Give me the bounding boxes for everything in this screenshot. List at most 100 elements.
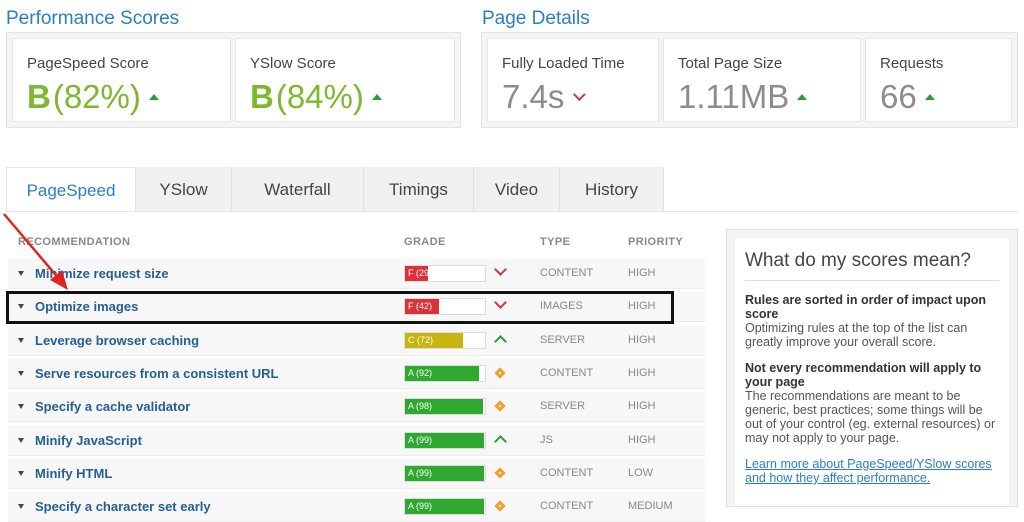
grade-bar: A (99) [404, 432, 486, 449]
grade-bar-fill: A (92) [405, 366, 479, 381]
recommendation-type: JS [540, 434, 553, 446]
fully-loaded-label: Fully Loaded Time [502, 55, 625, 72]
trend-down-icon [573, 87, 587, 101]
grade-bar-fill: A (99) [405, 466, 485, 481]
help-text-applicability: The recommendations are meant to be gene… [745, 389, 996, 445]
learn-more-link[interactable]: Learn more about PageSpeed/YSlow scores … [745, 457, 999, 485]
recommendation-type: CONTENT [540, 500, 594, 512]
pagespeed-percent: (82%) [52, 78, 141, 115]
grade-bar-fill: A (99) [405, 433, 485, 448]
neutral-diamond-icon [494, 467, 506, 479]
performance-scores-title: Performance Scores [6, 8, 180, 29]
yslow-percent: (84%) [275, 78, 364, 115]
red-arrow-annotation [3, 213, 68, 290]
pagespeed-score-card: PageSpeed Score B (82%) [12, 38, 231, 122]
recommendation-type: CONTENT [540, 367, 594, 379]
page-size-card: Total Page Size 1.11MB [663, 38, 861, 122]
recommendation-row[interactable]: Minimize request size F (29) CONTENT HIGH [8, 259, 705, 289]
neutral-diamond-icon [494, 500, 506, 512]
pagespeed-score-label: PageSpeed Score [27, 55, 149, 72]
yslow-grade: B [250, 78, 274, 115]
fully-loaded-number: 7.4s [502, 78, 565, 115]
recommendation-name[interactable]: Minify HTML [35, 466, 112, 481]
recommendation-type: SERVER [540, 334, 586, 346]
recommendation-priority: HIGH [628, 267, 656, 279]
requests-number: 66 [880, 78, 917, 115]
expand-triangle-icon[interactable] [18, 404, 24, 409]
recommendation-name[interactable]: Serve resources from a consistent URL [35, 366, 278, 381]
pagespeed-grade: B [27, 78, 51, 115]
requests-card: Requests 66 [865, 38, 1012, 122]
recommendation-row[interactable]: Specify a character set early A (99) CONTE… [8, 492, 705, 522]
page-size-value: 1.11MB [678, 78, 846, 116]
trend-up-icon [494, 335, 507, 348]
tab-pagespeed[interactable]: PageSpeed [6, 167, 136, 212]
help-text-rules: Optimizing rules at the top of the list … [745, 321, 968, 349]
yslow-score-card: YSlow Score B (84%) [235, 38, 455, 122]
recommendation-priority: HIGH [628, 367, 656, 379]
neutral-diamond-icon [494, 400, 506, 412]
recommendation-type: CONTENT [540, 267, 594, 279]
page-details-panel: Fully Loaded Time 7.4s Total Page Size 1… [481, 32, 1018, 128]
header-grade: GRADE [404, 236, 446, 248]
recommendation-priority: MEDIUM [628, 500, 673, 512]
grade-bar: A (92) [404, 365, 486, 382]
recommendation-name[interactable]: Leverage browser caching [35, 333, 199, 348]
trend-up-icon [148, 94, 159, 100]
tab-divider [6, 211, 1018, 212]
trend-up-icon [924, 94, 935, 100]
trend-down-icon [494, 263, 507, 276]
requests-value: 66 [880, 78, 997, 116]
recommendation-row[interactable]: Minify JavaScript A (99) JS HIGH [8, 426, 705, 456]
recommendation-priority: LOW [628, 467, 654, 479]
header-type: TYPE [540, 236, 571, 248]
scores-help-title: What do my scores mean? [745, 250, 999, 281]
help-heading-rules: Rules are sorted in order of impact upon… [745, 293, 987, 321]
expand-triangle-icon[interactable] [18, 371, 24, 376]
highlight-box [6, 291, 674, 324]
yslow-score-value: B (84%) [250, 78, 440, 116]
recommendation-type: CONTENT [540, 467, 594, 479]
help-heading-applicability: Not every recommendation will apply to y… [745, 361, 982, 389]
tab-waterfall[interactable]: Waterfall [232, 167, 364, 212]
tab-video[interactable]: Video [474, 167, 560, 212]
grade-bar: C (72) [404, 332, 486, 349]
recommendation-name[interactable]: Minify JavaScript [35, 433, 142, 448]
requests-label: Requests [880, 55, 944, 72]
recommendation-priority: HIGH [628, 334, 656, 346]
recommendation-priority: HIGH [628, 400, 656, 412]
grade-bar-fill: F (29) [405, 266, 432, 281]
tab-history[interactable]: History [560, 167, 664, 212]
scores-help-panel: What do my scores mean? Rules are sorted… [726, 229, 1018, 507]
expand-triangle-icon[interactable] [18, 438, 24, 443]
yslow-score-label: YSlow Score [250, 55, 336, 72]
grade-bar: F (29) [404, 265, 486, 282]
report-tabs: PageSpeed YSlow Waterfall Timings Video … [6, 167, 664, 212]
recommendation-name[interactable]: Specify a cache validator [35, 399, 190, 414]
header-priority: PRIORITY [628, 236, 684, 248]
recommendation-row[interactable]: Minify HTML A (99) CONTENT LOW [8, 459, 705, 489]
page-size-label: Total Page Size [678, 55, 783, 72]
recommendation-priority: HIGH [628, 434, 656, 446]
recommendation-row[interactable]: Leverage browser caching C (72) SERVER HIGH [8, 326, 705, 356]
trend-up-icon [797, 94, 808, 100]
recommendation-type: SERVER [540, 400, 586, 412]
tab-timings[interactable]: Timings [364, 167, 474, 212]
grade-bar: A (98) [404, 398, 486, 415]
grade-bar: A (99) [404, 465, 486, 482]
page-details-title: Page Details [482, 8, 590, 29]
trend-up-icon [494, 435, 507, 448]
expand-triangle-icon[interactable] [18, 338, 24, 343]
recommendation-row[interactable]: Specify a cache validator A (98) SERVER HIG… [8, 392, 705, 422]
fully-loaded-value: 7.4s [502, 78, 644, 116]
page-size-number: 1.11MB [678, 78, 790, 115]
trend-up-icon [371, 94, 382, 100]
performance-scores-panel: PageSpeed Score B (82%) YSlow Score B (8… [6, 32, 461, 128]
grade-bar-fill: C (72) [405, 333, 463, 348]
expand-triangle-icon[interactable] [18, 471, 24, 476]
recommendation-row[interactable]: Serve resources from a consistent URL A (… [8, 359, 705, 389]
pagespeed-score-value: B (82%) [27, 78, 216, 116]
neutral-diamond-icon [494, 367, 506, 379]
tab-yslow[interactable]: YSlow [136, 167, 232, 212]
grade-bar-fill: A (98) [405, 399, 484, 414]
